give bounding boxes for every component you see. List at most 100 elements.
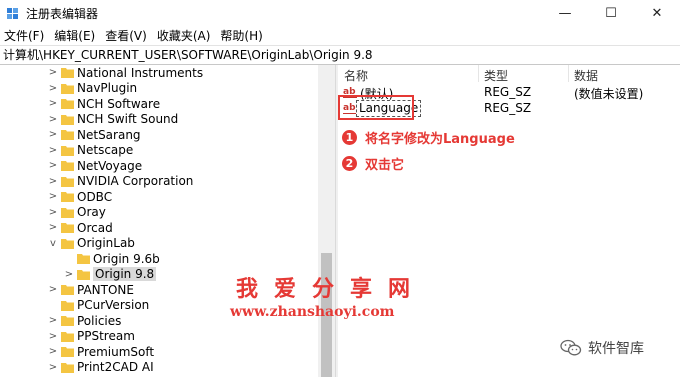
chevron-right-icon[interactable]: > (48, 112, 58, 127)
tree-scrollbar[interactable] (318, 65, 335, 377)
folder-icon (61, 207, 74, 218)
folder-icon (61, 316, 74, 326)
tree-item-label: Orcad (77, 220, 113, 235)
tree-item[interactable]: > Orcad (0, 220, 318, 235)
wechat-account-name: 软件智库 (588, 341, 644, 357)
chevron-right-icon[interactable]: > (48, 344, 58, 359)
chevron-right-icon[interactable]: > (48, 282, 58, 297)
address-bar[interactable]: 计算机\HKEY_CURRENT_USER\SOFTWARE\OriginLab… (0, 45, 680, 65)
folder-icon (61, 176, 74, 187)
tree-item[interactable]: > NVIDIA Corporation (0, 174, 318, 189)
tree-item-label: NavPlugin (77, 81, 138, 95)
tree-item-label: PANTONE (77, 282, 134, 297)
folder-icon (61, 285, 74, 295)
tree-item[interactable]: > Netscape (0, 143, 318, 158)
tree-item[interactable]: Origin 9.6b (0, 251, 318, 266)
chevron-right-icon[interactable]: > (48, 189, 58, 204)
tree-item-label: PremiumSoft (77, 344, 155, 359)
highlight-box (338, 95, 414, 120)
folder-icon (61, 130, 74, 140)
registry-editor-icon (7, 8, 18, 19)
chevron-right-icon[interactable]: > (48, 174, 58, 189)
watermark-url: www.zhanshaoyi.com (230, 304, 395, 320)
chevron-right-icon[interactable]: > (48, 127, 58, 142)
menu-help[interactable]: 帮助(H) (220, 27, 262, 44)
chevron-right-icon (64, 251, 74, 266)
tree-item-label: OriginLab (77, 236, 135, 250)
chevron-right-icon (48, 298, 58, 313)
tree-item[interactable]: > NetVoyage (0, 158, 318, 173)
tree-item-label: Oray (77, 205, 106, 219)
tree-item[interactable]: > NavPlugin (0, 81, 318, 96)
menu-file[interactable]: 文件(F) (4, 27, 44, 44)
tree-item-label: National Instruments (77, 65, 204, 80)
tree-item[interactable]: > ODBC (0, 189, 318, 204)
tree-item-label: Netscape (77, 143, 134, 157)
chevron-right-icon[interactable]: > (48, 313, 58, 328)
tree-item[interactable]: > PPStream (0, 329, 318, 344)
close-button[interactable]: ✕ (634, 0, 680, 26)
key-tree: > National Instruments > NavPlugin > NCH Soft… (0, 65, 318, 377)
menu-edit[interactable]: 编辑(E) (54, 27, 95, 44)
annotation-step-2: 2 双击它 (342, 154, 404, 173)
chevron-right-icon[interactable]: > (48, 65, 58, 80)
tree-item[interactable]: v OriginLab (0, 236, 318, 251)
window-title: 注册表编辑器 (26, 7, 99, 21)
tree-item-label: Print2CAD AI (77, 360, 154, 374)
minimize-button[interactable]: — (542, 0, 588, 26)
title-bar: 注册表编辑器 — ☐ ✕ (0, 0, 680, 26)
tree-item-label: PPStream (77, 329, 135, 343)
maximize-button[interactable]: ☐ (588, 0, 634, 26)
step-text: 双击它 (365, 158, 405, 173)
menu-favorites[interactable]: 收藏夹(A) (157, 27, 211, 44)
column-divider[interactable] (568, 65, 569, 82)
tree-item[interactable]: > NetSarang (0, 127, 318, 142)
list-header: 名称 类型 数据 (338, 65, 680, 83)
wechat-badge: 软件智库 (560, 338, 644, 358)
tree-item-label: Origin 9.6b (93, 251, 160, 266)
folder-icon (61, 145, 74, 156)
column-divider[interactable] (478, 65, 479, 82)
tree-item-label: PCurVersion (77, 298, 150, 312)
chevron-right-icon[interactable]: > (48, 360, 58, 375)
folder-icon (77, 254, 90, 264)
step-text: 将名字修改为Language (365, 132, 515, 147)
step-number: 1 (342, 130, 357, 145)
tree-item-label: ODBC (77, 189, 113, 204)
folder-icon (61, 114, 74, 125)
menu-bar: 文件(F) 编辑(E) 查看(V) 收藏夹(A) 帮助(H) (0, 26, 680, 45)
tree-item[interactable]: > National Instruments (0, 65, 318, 80)
menu-view[interactable]: 查看(V) (105, 27, 147, 44)
tree-item[interactable]: > Print2CAD AI (0, 360, 318, 375)
chevron-right-icon[interactable]: > (48, 220, 58, 235)
tree-item[interactable]: > Oray (0, 205, 318, 220)
tree-item-label: NetVoyage (77, 158, 143, 173)
tree-item-label: Policies (77, 313, 122, 328)
tree-item-label: Origin 9.8 (93, 267, 157, 281)
chevron-right-icon[interactable]: > (48, 143, 58, 158)
folder-icon (61, 68, 74, 78)
tree-item-label: NVIDIA Corporation (77, 174, 194, 188)
step-number: 2 (342, 156, 357, 171)
tree-item-label: NCH Swift Sound (77, 112, 179, 126)
tree-item[interactable]: > PremiumSoft (0, 344, 318, 359)
value-type: REG_SZ (484, 85, 532, 99)
chevron-right-icon[interactable]: > (48, 205, 58, 220)
chevron-right-icon[interactable]: > (48, 96, 58, 111)
folder-icon (61, 300, 74, 311)
folder-icon (61, 99, 74, 109)
chevron-right-icon[interactable]: > (48, 81, 58, 96)
chevron-down-icon[interactable]: v (48, 236, 58, 251)
tree-item[interactable]: > NCH Swift Sound (0, 112, 318, 127)
folder-icon (61, 347, 74, 357)
tree-item-label: NCH Software (77, 96, 161, 111)
folder-icon (61, 223, 74, 233)
tree-item[interactable]: > NCH Software (0, 96, 318, 111)
chevron-right-icon[interactable]: > (64, 267, 74, 282)
value-type: REG_SZ (484, 101, 532, 115)
folder-icon (77, 269, 90, 280)
chevron-right-icon[interactable]: > (48, 329, 58, 344)
tree-item-label: NetSarang (77, 127, 141, 142)
chevron-right-icon[interactable]: > (48, 158, 58, 173)
watermark-title: 我爱分享网 (236, 277, 427, 302)
